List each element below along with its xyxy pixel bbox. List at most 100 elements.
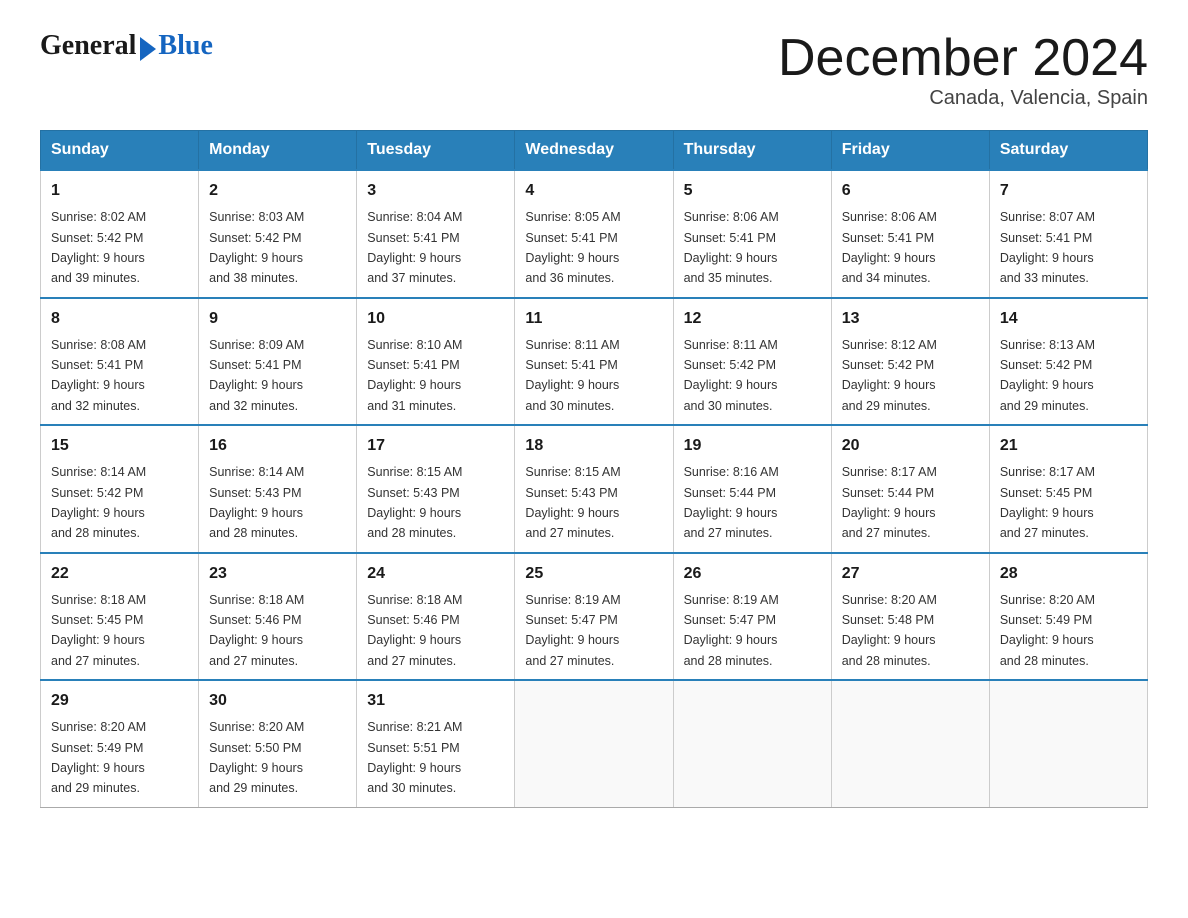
- day-info: Sunrise: 8:15 AMSunset: 5:43 PMDaylight:…: [367, 465, 462, 540]
- day-info: Sunrise: 8:15 AMSunset: 5:43 PMDaylight:…: [525, 465, 620, 540]
- day-number: 10: [367, 307, 504, 331]
- day-info: Sunrise: 8:07 AMSunset: 5:41 PMDaylight:…: [1000, 210, 1095, 285]
- calendar-cell: 1 Sunrise: 8:02 AMSunset: 5:42 PMDaylight…: [41, 170, 199, 298]
- day-info: Sunrise: 8:18 AMSunset: 5:46 PMDaylight:…: [367, 593, 462, 668]
- day-number: 12: [684, 307, 821, 331]
- title-section: December 2024 Canada, Valencia, Spain: [778, 30, 1148, 110]
- day-number: 29: [51, 689, 188, 713]
- day-info: Sunrise: 8:14 AMSunset: 5:43 PMDaylight:…: [209, 465, 304, 540]
- day-info: Sunrise: 8:13 AMSunset: 5:42 PMDaylight:…: [1000, 338, 1095, 413]
- day-number: 14: [1000, 307, 1137, 331]
- day-info: Sunrise: 8:02 AMSunset: 5:42 PMDaylight:…: [51, 210, 146, 285]
- calendar-cell: 21 Sunrise: 8:17 AMSunset: 5:45 PMDayligh…: [989, 425, 1147, 553]
- calendar-subtitle: Canada, Valencia, Spain: [778, 87, 1148, 110]
- day-number: 8: [51, 307, 188, 331]
- header-day-friday: Friday: [831, 131, 989, 171]
- day-info: Sunrise: 8:03 AMSunset: 5:42 PMDaylight:…: [209, 210, 304, 285]
- calendar-cell: 23 Sunrise: 8:18 AMSunset: 5:46 PMDayligh…: [199, 553, 357, 681]
- calendar-cell: 17 Sunrise: 8:15 AMSunset: 5:43 PMDayligh…: [357, 425, 515, 553]
- calendar-week-row: 22 Sunrise: 8:18 AMSunset: 5:45 PMDayligh…: [41, 553, 1148, 681]
- day-number: 13: [842, 307, 979, 331]
- calendar-cell: 10Sunrise: 8:10 AMSunset: 5:41 PMDayligh…: [357, 298, 515, 426]
- calendar-cell: 5Sunrise: 8:06 AMSunset: 5:41 PMDaylight…: [673, 170, 831, 298]
- day-info: Sunrise: 8:17 AMSunset: 5:45 PMDaylight:…: [1000, 465, 1095, 540]
- calendar-cell: 13 Sunrise: 8:12 AMSunset: 5:42 PMDayligh…: [831, 298, 989, 426]
- day-number: 25: [525, 562, 662, 586]
- calendar-cell: 15 Sunrise: 8:14 AMSunset: 5:42 PMDayligh…: [41, 425, 199, 553]
- day-info: Sunrise: 8:18 AMSunset: 5:46 PMDaylight:…: [209, 593, 304, 668]
- logo-blue: Blue: [158, 30, 212, 62]
- calendar-cell: 24 Sunrise: 8:18 AMSunset: 5:46 PMDayligh…: [357, 553, 515, 681]
- calendar-title: December 2024: [778, 30, 1148, 87]
- calendar-cell: 2 Sunrise: 8:03 AMSunset: 5:42 PMDaylight…: [199, 170, 357, 298]
- calendar-cell: 30Sunrise: 8:20 AMSunset: 5:50 PMDayligh…: [199, 680, 357, 807]
- day-number: 26: [684, 562, 821, 586]
- day-number: 30: [209, 689, 346, 713]
- header: General Blue December 2024 Canada, Valen…: [40, 30, 1148, 110]
- calendar-cell: 18 Sunrise: 8:15 AMSunset: 5:43 PMDayligh…: [515, 425, 673, 553]
- calendar-cell: 19 Sunrise: 8:16 AMSunset: 5:44 PMDayligh…: [673, 425, 831, 553]
- day-number: 15: [51, 434, 188, 458]
- header-day-tuesday: Tuesday: [357, 131, 515, 171]
- day-number: 19: [684, 434, 821, 458]
- day-number: 11: [525, 307, 662, 331]
- logo: General Blue: [40, 30, 213, 62]
- calendar-cell: 4 Sunrise: 8:05 AMSunset: 5:41 PMDaylight…: [515, 170, 673, 298]
- calendar-cell: 27Sunrise: 8:20 AMSunset: 5:48 PMDayligh…: [831, 553, 989, 681]
- day-number: 3: [367, 179, 504, 203]
- day-info: Sunrise: 8:11 AMSunset: 5:41 PMDaylight:…: [525, 338, 619, 413]
- day-number: 16: [209, 434, 346, 458]
- day-number: 2: [209, 179, 346, 203]
- calendar-week-row: 29Sunrise: 8:20 AMSunset: 5:49 PMDayligh…: [41, 680, 1148, 807]
- calendar-cell: 28 Sunrise: 8:20 AMSunset: 5:49 PMDayligh…: [989, 553, 1147, 681]
- calendar-week-row: 1 Sunrise: 8:02 AMSunset: 5:42 PMDaylight…: [41, 170, 1148, 298]
- day-number: 4: [525, 179, 662, 203]
- day-info: Sunrise: 8:21 AMSunset: 5:51 PMDaylight:…: [367, 720, 462, 795]
- day-info: Sunrise: 8:06 AMSunset: 5:41 PMDaylight:…: [684, 210, 779, 285]
- day-number: 17: [367, 434, 504, 458]
- day-info: Sunrise: 8:05 AMSunset: 5:41 PMDaylight:…: [525, 210, 620, 285]
- day-number: 22: [51, 562, 188, 586]
- calendar-cell: 14 Sunrise: 8:13 AMSunset: 5:42 PMDayligh…: [989, 298, 1147, 426]
- calendar-cell: 6Sunrise: 8:06 AMSunset: 5:41 PMDaylight…: [831, 170, 989, 298]
- day-number: 20: [842, 434, 979, 458]
- day-number: 28: [1000, 562, 1137, 586]
- day-number: 6: [842, 179, 979, 203]
- day-info: Sunrise: 8:08 AMSunset: 5:41 PMDaylight:…: [51, 338, 146, 413]
- day-info: Sunrise: 8:12 AMSunset: 5:42 PMDaylight:…: [842, 338, 937, 413]
- header-day-wednesday: Wednesday: [515, 131, 673, 171]
- calendar-cell: [515, 680, 673, 807]
- calendar-cell: [989, 680, 1147, 807]
- calendar-week-row: 8 Sunrise: 8:08 AMSunset: 5:41 PMDaylight…: [41, 298, 1148, 426]
- calendar-cell: 12Sunrise: 8:11 AMSunset: 5:42 PMDayligh…: [673, 298, 831, 426]
- calendar-cell: 7 Sunrise: 8:07 AMSunset: 5:41 PMDaylight…: [989, 170, 1147, 298]
- calendar-table: SundayMondayTuesdayWednesdayThursdayFrid…: [40, 130, 1148, 808]
- calendar-cell: 11 Sunrise: 8:11 AMSunset: 5:41 PMDayligh…: [515, 298, 673, 426]
- day-number: 7: [1000, 179, 1137, 203]
- day-info: Sunrise: 8:18 AMSunset: 5:45 PMDaylight:…: [51, 593, 146, 668]
- day-info: Sunrise: 8:16 AMSunset: 5:44 PMDaylight:…: [684, 465, 779, 540]
- calendar-cell: 20Sunrise: 8:17 AMSunset: 5:44 PMDayligh…: [831, 425, 989, 553]
- day-info: Sunrise: 8:20 AMSunset: 5:48 PMDaylight:…: [842, 593, 937, 668]
- day-number: 9: [209, 307, 346, 331]
- day-info: Sunrise: 8:20 AMSunset: 5:49 PMDaylight:…: [1000, 593, 1095, 668]
- logo-arrow-icon: [140, 37, 156, 61]
- logo-general: General: [40, 30, 136, 62]
- calendar-cell: 22 Sunrise: 8:18 AMSunset: 5:45 PMDayligh…: [41, 553, 199, 681]
- calendar-week-row: 15 Sunrise: 8:14 AMSunset: 5:42 PMDayligh…: [41, 425, 1148, 553]
- header-day-thursday: Thursday: [673, 131, 831, 171]
- day-info: Sunrise: 8:19 AMSunset: 5:47 PMDaylight:…: [525, 593, 620, 668]
- calendar-cell: 25 Sunrise: 8:19 AMSunset: 5:47 PMDayligh…: [515, 553, 673, 681]
- day-info: Sunrise: 8:09 AMSunset: 5:41 PMDaylight:…: [209, 338, 304, 413]
- day-info: Sunrise: 8:19 AMSunset: 5:47 PMDaylight:…: [684, 593, 779, 668]
- day-number: 18: [525, 434, 662, 458]
- calendar-cell: 3Sunrise: 8:04 AMSunset: 5:41 PMDaylight…: [357, 170, 515, 298]
- day-number: 31: [367, 689, 504, 713]
- header-day-saturday: Saturday: [989, 131, 1147, 171]
- day-number: 21: [1000, 434, 1137, 458]
- day-info: Sunrise: 8:14 AMSunset: 5:42 PMDaylight:…: [51, 465, 146, 540]
- day-number: 24: [367, 562, 504, 586]
- day-number: 1: [51, 179, 188, 203]
- day-number: 23: [209, 562, 346, 586]
- calendar-cell: [673, 680, 831, 807]
